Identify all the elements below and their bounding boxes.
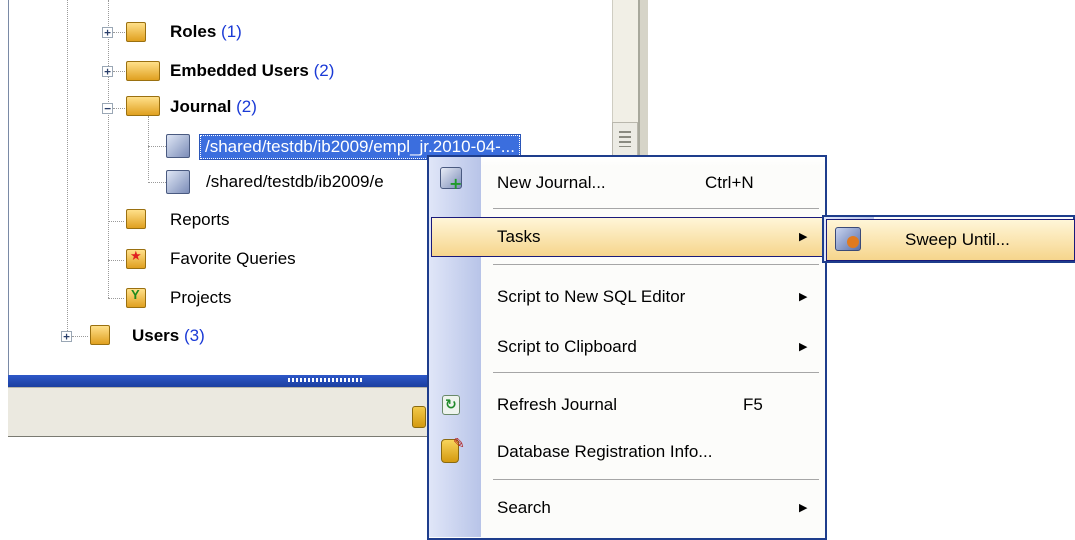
- submenu-arrow-icon: ▶: [799, 341, 808, 353]
- embedded-users-folder-icon: [126, 61, 160, 81]
- db-registration-info-label: Database Registration Info...: [497, 442, 713, 461]
- collapse-journal-button[interactable]: −: [102, 103, 113, 114]
- menu-separator: [493, 208, 819, 209]
- menu-separator: [493, 264, 819, 265]
- expand-roles-button[interactable]: +: [102, 27, 113, 38]
- users-label: Users: [132, 326, 180, 345]
- refresh-journal-shortcut: F5: [743, 395, 763, 414]
- submenu-arrow-icon: ▶: [799, 502, 808, 514]
- tree-item-projects[interactable]: Projects: [170, 287, 231, 309]
- tree-line-root: [67, 0, 68, 339]
- expand-users-button[interactable]: +: [61, 331, 72, 342]
- tree-item-users[interactable]: Users (3): [132, 325, 205, 347]
- plus-icon: +: [449, 174, 463, 193]
- submenu-arrow-icon: ▶: [799, 291, 808, 303]
- script-clipboard-label: Script to Clipboard: [497, 337, 637, 356]
- context-menu-icon-gutter: [429, 157, 481, 537]
- tasks-label: Tasks: [497, 227, 541, 246]
- edit-pencil-icon: ✎: [453, 436, 465, 452]
- tree-hline: [148, 182, 166, 183]
- sweep-until-label: Sweep Until...: [905, 230, 1010, 249]
- refresh-journal-label: Refresh Journal: [497, 395, 618, 414]
- tree-item-favorite-queries[interactable]: Favorite Queries: [170, 248, 296, 270]
- roles-folder-icon: [126, 22, 146, 42]
- journal-label: Journal: [170, 97, 232, 116]
- new-journal-shortcut: Ctrl+N: [705, 173, 754, 192]
- journal-count: (2): [236, 97, 257, 116]
- tree-hline: [108, 298, 124, 299]
- filter-icon: Y: [131, 287, 140, 302]
- menu-item-tasks[interactable]: Tasks ▶: [481, 217, 825, 257]
- journal-file-icon: [166, 134, 190, 158]
- tree-item-embedded-users[interactable]: Embedded Users (2): [170, 60, 334, 82]
- menu-item-script-to-new-sql-editor[interactable]: Script to New SQL Editor ▶: [481, 277, 825, 317]
- tree-hline: [108, 221, 124, 222]
- tree-line-journal: [148, 116, 149, 180]
- star-icon: ★: [130, 248, 142, 263]
- search-label: Search: [497, 498, 551, 517]
- journal-folder-icon: [126, 96, 160, 116]
- panel-left-border: [8, 0, 9, 375]
- script-new-sql-label: Script to New SQL Editor: [497, 287, 686, 306]
- roles-count: (1): [221, 22, 242, 41]
- tree-hline: [72, 336, 88, 337]
- database-icon: [412, 406, 426, 428]
- splitter-grip-icon: [288, 378, 364, 382]
- reports-folder-icon: [126, 209, 146, 229]
- menu-separator: [493, 479, 819, 480]
- tree-item-journal-file-2[interactable]: /shared/testdb/ib2009/e: [206, 171, 384, 193]
- users-folder-icon: [90, 325, 110, 345]
- expand-embedded-users-button[interactable]: +: [102, 66, 113, 77]
- embedded-users-count: (2): [313, 61, 335, 80]
- journal-file-icon: [166, 170, 190, 194]
- grip-icon: [619, 131, 631, 147]
- users-count: (3): [184, 326, 205, 345]
- menu-item-new-journal[interactable]: New Journal... Ctrl+N: [481, 163, 825, 203]
- sweep-brush-icon: [847, 236, 859, 248]
- menu-item-database-registration-info[interactable]: Database Registration Info...: [481, 432, 825, 472]
- new-journal-label: New Journal...: [497, 173, 606, 192]
- tree-hline: [113, 32, 125, 33]
- refresh-arrows-icon: ↻: [445, 397, 457, 413]
- embedded-users-label: Embedded Users: [170, 61, 309, 80]
- menu-item-script-to-clipboard[interactable]: Script to Clipboard ▶: [481, 327, 825, 367]
- roles-label: Roles: [170, 22, 217, 41]
- tree-hline: [113, 108, 125, 109]
- tree-line-level1: [108, 0, 109, 298]
- submenu-item-sweep-until[interactable]: Sweep Until...: [874, 219, 1074, 261]
- tree-item-reports[interactable]: Reports: [170, 209, 230, 231]
- tree-item-journal[interactable]: Journal (2): [170, 96, 257, 118]
- tree-hline: [148, 146, 166, 147]
- menu-separator: [493, 372, 819, 373]
- tree-hline: [108, 260, 124, 261]
- menu-item-search[interactable]: Search ▶: [481, 488, 825, 528]
- menu-item-refresh-journal[interactable]: Refresh Journal F5: [481, 385, 825, 425]
- tree-item-roles[interactable]: Roles (1): [170, 21, 242, 43]
- tree-hline: [113, 71, 125, 72]
- submenu-arrow-icon: ▶: [799, 231, 808, 243]
